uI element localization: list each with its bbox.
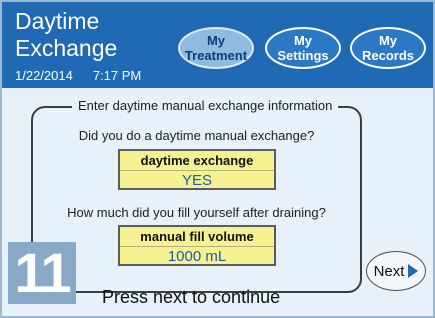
manual-fill-volume-answer[interactable]: manual fill volume 1000 mL	[118, 225, 276, 266]
nav-label-line1: My	[206, 33, 226, 48]
question-manual-exchange: Did you do a daytime manual exchange?	[78, 128, 315, 143]
next-label: Next	[373, 262, 405, 280]
my-records-button[interactable]: My Records	[350, 27, 426, 69]
nav-label-line2: Records	[361, 48, 415, 63]
header-bar: Daytime Exchange 1/22/2014 7:17 PM My Tre…	[2, 2, 433, 88]
screen-title: Daytime Exchange	[15, 8, 165, 62]
step-number-badge: 11	[8, 242, 76, 304]
nav-label-line2: Settings	[277, 48, 329, 63]
screen-title-line2: Exchange	[15, 35, 118, 61]
device-screen: Daytime Exchange 1/22/2014 7:17 PM My Tre…	[2, 2, 433, 316]
next-button[interactable]: Next	[366, 251, 426, 291]
datetime: 1/22/2014 7:17 PM	[15, 68, 141, 83]
answer-value: 1000 mL	[167, 248, 227, 265]
nav-label-line1: My	[293, 33, 313, 48]
daytime-exchange-answer[interactable]: daytime exchange YES	[118, 149, 276, 190]
my-settings-button[interactable]: My Settings	[265, 27, 341, 69]
nav-label-line1: My	[378, 33, 398, 48]
answer-label: daytime exchange	[120, 151, 274, 171]
question-fill-volume: How much did you fill yourself after dra…	[67, 205, 326, 220]
instruction-text: Press next to continue	[102, 287, 281, 307]
my-treatment-button[interactable]: My Treatment	[178, 27, 254, 69]
time-text: 7:17 PM	[92, 68, 142, 83]
date-text: 1/22/2014	[15, 68, 73, 83]
answer-value: YES	[181, 172, 212, 189]
answer-label: manual fill volume	[120, 227, 274, 247]
nav-label-line2: Treatment	[184, 48, 248, 63]
screen-title-line1: Daytime	[15, 8, 100, 34]
play-arrow-icon	[408, 264, 419, 278]
panel-legend: Enter daytime manual exchange informatio…	[72, 98, 339, 113]
